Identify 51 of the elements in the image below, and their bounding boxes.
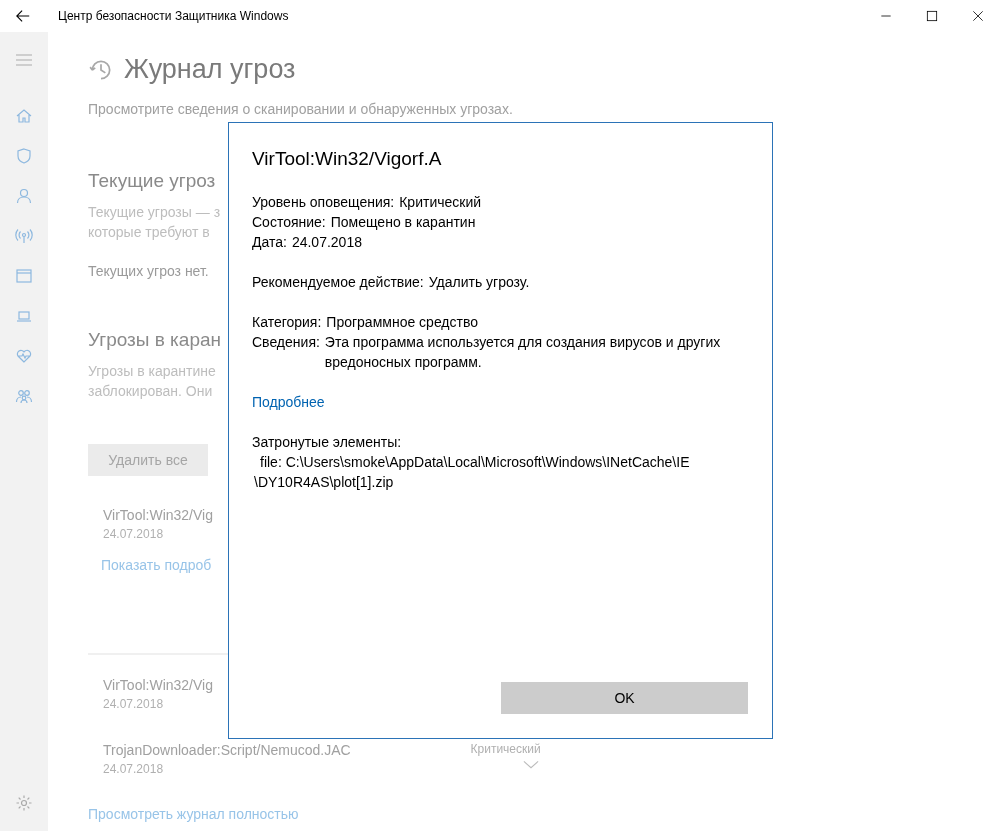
dialog-title: VirTool:Win32/Vigorf.A (252, 148, 443, 170)
threat-date: 24.07.2018 (103, 527, 165, 541)
threat-name: VirTool:Win32/Vig (103, 507, 213, 523)
threat-name: TrojanDownloader:Script/Nemucod.JAC (103, 742, 351, 758)
threat-date: 24.07.2018 (103, 697, 165, 711)
remove-all-button[interactable]: Удалить все (88, 444, 208, 476)
detail-label: Состояние: (252, 213, 326, 232)
show-details-link[interactable]: Показать подроб (101, 557, 213, 573)
chevron-down-icon[interactable] (522, 760, 539, 770)
page-title: Журнал угроз (124, 54, 296, 85)
section-description: заблокирован. Они (88, 382, 213, 401)
browser-window-icon (15, 267, 33, 285)
section-heading: Текущие угроз (88, 170, 216, 192)
detail-label: Дата: (252, 233, 287, 252)
threat-date: 24.07.2018 (103, 762, 165, 776)
detail-value: Эта программа используется для создания вирусов и других вредоносных программ. (324, 333, 722, 372)
alert-level: Критический (470, 742, 541, 756)
section-description: которые требуют в (88, 223, 210, 242)
detail-label: Категория: (252, 313, 322, 332)
section-description: Угрозы в карантине (88, 362, 216, 381)
person-icon (15, 187, 33, 205)
detail-label: Уровень оповещения: (252, 193, 395, 212)
status-text: Текущих угроз нет. (88, 263, 209, 279)
detail-value: Помещено в карантин (330, 213, 476, 232)
maximize-icon (926, 10, 938, 22)
ok-button[interactable]: OK (501, 682, 748, 714)
window-title: Центр безопасности Защитника Windows (58, 9, 290, 23)
detail-value: Критический (399, 193, 482, 212)
detail-label: Сведения: (252, 333, 320, 352)
view-full-history-link[interactable]: Просмотреть журнал полностью (88, 806, 299, 822)
affected-items-heading: Затронутые элементы: (252, 433, 403, 452)
section-description: Текущие угрозы — з (88, 203, 221, 222)
home-icon (15, 107, 33, 125)
settings-icon (15, 794, 33, 812)
family-icon (15, 387, 33, 405)
close-icon (972, 10, 984, 22)
file-path: \DY10R4AS\plot[1].zip (253, 473, 395, 492)
page-subtitle: Просмотрите сведения о сканировании и обнаруженных угрозах. (88, 101, 513, 117)
file-path: file: C:\Users\smoke\AppData\Local\Microsoft\Windows\INetCache\IE (259, 453, 691, 472)
detail-value: Программное средство (326, 313, 478, 332)
wireless-signal-icon (15, 227, 33, 245)
back-arrow-icon (15, 8, 31, 24)
heart-pulse-icon (15, 347, 33, 365)
menu-icon (15, 51, 33, 69)
detail-value: Удалить угрозу. (428, 273, 530, 292)
detail-label: Рекомендуемое действие: (252, 273, 424, 292)
threat-name: VirTool:Win32/Vig (103, 677, 213, 693)
detail-value: 24.07.2018 (291, 233, 362, 252)
section-heading: Угрозы в каран (88, 329, 221, 351)
shield-icon (15, 147, 33, 165)
learn-more-link[interactable]: Подробнее (252, 394, 325, 410)
